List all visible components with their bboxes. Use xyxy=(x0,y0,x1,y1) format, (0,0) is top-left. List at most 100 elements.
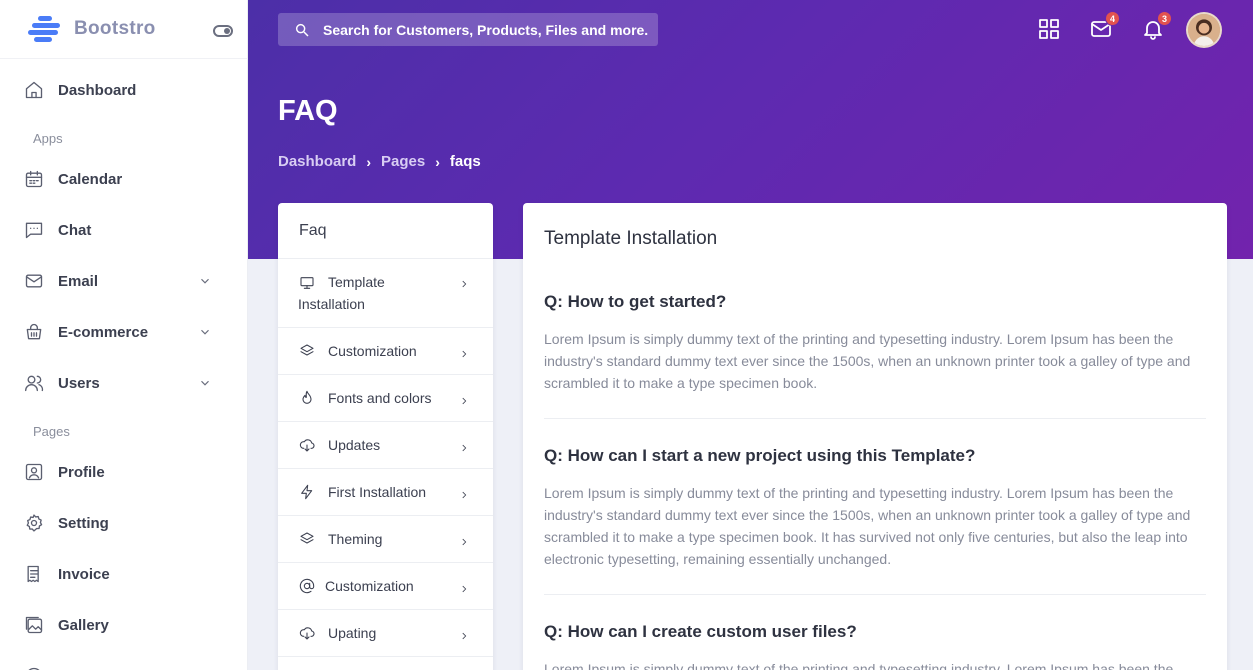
chevron-right-icon xyxy=(459,393,469,405)
notification-badge: 3 xyxy=(1157,11,1172,26)
search-placeholder: Search for Customers, Products, Files an… xyxy=(323,21,649,38)
user-avatar-icon xyxy=(1188,14,1220,46)
sidebar-item-email[interactable]: Email xyxy=(0,261,247,301)
faq-nav-item-fonts-colors[interactable]: Fonts and colors xyxy=(278,375,493,422)
basket-icon xyxy=(24,322,44,342)
faq-question: Q: How can I start a new project using t… xyxy=(544,446,976,465)
search-input[interactable]: Search for Customers, Products, Files an… xyxy=(278,13,658,46)
mail-button[interactable]: 4 xyxy=(1089,11,1120,41)
faq-nav-label: Customization xyxy=(328,343,417,359)
breadcrumb-faqs: faqs xyxy=(449,153,481,170)
faq-nav-label: Customization xyxy=(325,578,414,594)
chevron-right-icon: › xyxy=(435,153,440,170)
chat-icon xyxy=(24,220,44,240)
faq-nav-label: Upating xyxy=(328,625,377,641)
apps-grid-icon[interactable] xyxy=(1037,17,1061,41)
faq-content-card: Template Installation Q: How to get star… xyxy=(523,203,1227,670)
chevron-down-icon[interactable] xyxy=(198,376,212,390)
sidebar-item-label: E-commerce xyxy=(58,323,149,341)
cloud-download-icon xyxy=(299,625,315,641)
chevron-right-icon xyxy=(459,534,469,546)
sidebar-item-label: Invoice xyxy=(58,565,110,583)
mail-badge: 4 xyxy=(1105,11,1120,26)
cloud-download-icon xyxy=(299,437,315,453)
sidebar-item-dashboard[interactable]: Dashboard xyxy=(0,70,247,110)
breadcrumb-dashboard[interactable]: Dashboard xyxy=(278,153,356,170)
sidebar: Bootstro Dashboard Apps Calendar Chat Em… xyxy=(0,0,248,670)
faq-nav-label: First Installation xyxy=(328,484,427,500)
page-title: FAQ xyxy=(278,95,338,127)
divider xyxy=(544,594,1206,595)
faq-nav-card: Faq Template Installation Customization … xyxy=(278,203,493,670)
chevron-right-icon: › xyxy=(366,153,372,170)
sidebar-item-calendar[interactable]: Calendar xyxy=(0,159,247,199)
faq-answer: Lorem Ipsum is simply dummy text of the … xyxy=(544,331,1191,391)
breadcrumb-pages[interactable]: Pages xyxy=(381,153,425,170)
flame-icon xyxy=(299,390,315,406)
sidebar-item-label: Setting xyxy=(58,514,109,532)
faq-nav-label: Theming xyxy=(328,531,383,547)
sidebar-item-label: Users xyxy=(58,374,100,392)
faq-question: Q: How to get started? xyxy=(544,292,727,311)
sidebar-item-setting[interactable]: Setting xyxy=(0,503,247,543)
calendar-icon xyxy=(24,169,44,189)
more-icon xyxy=(24,666,44,670)
faq-nav-label: Updates xyxy=(328,437,381,453)
faq-nav-item-upating[interactable]: Upating xyxy=(278,610,493,657)
faq-nav-item-customization-2[interactable]: Customization xyxy=(278,563,493,610)
chevron-down-icon[interactable] xyxy=(198,274,212,288)
sidebar-section-apps: Apps xyxy=(33,131,63,146)
sidebar-item-label: Gallery xyxy=(58,616,109,634)
brand[interactable]: Bootstro xyxy=(0,0,247,59)
chevron-right-icon xyxy=(459,276,469,288)
brand-name: Bootstro xyxy=(74,18,156,39)
faq-nav-item-first-installation[interactable]: First Installation xyxy=(278,469,493,516)
brand-logo-icon xyxy=(28,14,62,44)
faq-answer: Lorem Ipsum is simply dummy text of the … xyxy=(544,661,1174,670)
faq-nav-item-updates[interactable]: Updates xyxy=(278,422,493,469)
sidebar-item-label: Profile xyxy=(58,463,105,481)
faq-answer: Lorem Ipsum is simply dummy text of the … xyxy=(544,485,1191,567)
gallery-icon xyxy=(24,615,44,635)
sidebar-toggle-icon[interactable] xyxy=(213,25,233,37)
search-icon xyxy=(295,23,309,37)
profile-icon xyxy=(24,462,44,482)
sidebar-item-ecommerce[interactable]: E-commerce xyxy=(0,312,247,352)
sidebar-item-users[interactable]: Users xyxy=(0,363,247,403)
invoice-icon xyxy=(24,564,44,584)
avatar[interactable] xyxy=(1186,12,1222,48)
lightning-icon xyxy=(299,484,315,500)
layers-icon xyxy=(299,343,315,359)
chevron-right-icon xyxy=(459,628,469,640)
content-title: Template Installation xyxy=(544,228,718,249)
sidebar-item-profile[interactable]: Profile xyxy=(0,452,247,492)
faq-nav-item-customization[interactable]: Customization xyxy=(278,328,493,375)
gear-icon xyxy=(24,513,44,533)
sidebar-item-invoice[interactable]: Invoice xyxy=(0,554,247,594)
sidebar-item-label: Chat xyxy=(58,221,92,239)
at-sign-icon xyxy=(299,578,315,594)
faq-nav-item-template-installation[interactable]: Template Installation xyxy=(278,259,493,328)
users-icon xyxy=(24,373,44,393)
divider xyxy=(544,418,1206,419)
sidebar-section-pages: Pages xyxy=(33,424,70,439)
faq-nav-item-theming[interactable]: Theming xyxy=(278,516,493,563)
notification-button[interactable]: 3 xyxy=(1141,11,1172,41)
sidebar-item-label: Calendar xyxy=(58,170,123,188)
home-icon xyxy=(24,80,44,100)
sidebar-item-more[interactable] xyxy=(0,656,247,670)
chevron-right-icon xyxy=(459,581,469,593)
layers-icon xyxy=(299,531,315,547)
chevron-right-icon xyxy=(459,346,469,358)
faq-question: Q: How can I create custom user files? xyxy=(544,622,857,641)
chevron-down-icon[interactable] xyxy=(198,325,212,339)
chevron-right-icon xyxy=(459,440,469,452)
breadcrumb: Dashboard › Pages › faqs xyxy=(278,153,481,170)
faq-nav-label: Template Installation xyxy=(298,274,385,312)
sidebar-item-chat[interactable]: Chat xyxy=(0,210,247,250)
sidebar-item-gallery[interactable]: Gallery xyxy=(0,605,247,645)
sidebar-item-label: Dashboard xyxy=(58,81,137,99)
sidebar-item-label: Email xyxy=(58,272,99,290)
chevron-right-icon xyxy=(459,487,469,499)
faq-nav-heading: Faq xyxy=(278,203,493,259)
